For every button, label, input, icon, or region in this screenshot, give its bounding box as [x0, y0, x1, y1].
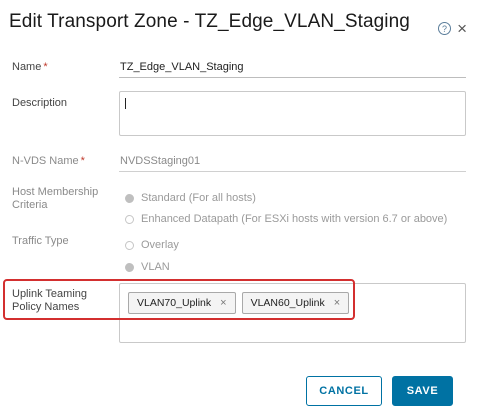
description-textarea[interactable] — [119, 91, 466, 136]
text-caret — [125, 98, 126, 109]
radio-overlay-label: Overlay — [141, 239, 179, 251]
radio-standard-indicator — [125, 193, 134, 203]
name-input[interactable]: TZ_Edge_VLAN_Staging — [119, 61, 466, 78]
radio-vlan-label: VLAN — [141, 261, 170, 273]
radio-enhanced-label: Enhanced Datapath (For ESXi hosts with v… — [141, 213, 448, 225]
save-button[interactable]: SAVE — [392, 376, 453, 406]
host-membership-label: Host Membership Criteria — [12, 186, 99, 211]
highlight-annotation — [3, 279, 355, 320]
radio-vlan: VLAN — [125, 261, 170, 273]
required-mark: * — [80, 155, 85, 167]
description-label: Description — [12, 97, 68, 109]
nvds-name-input: NVDSStaging01 — [119, 155, 466, 172]
nvds-name-label: N-VDS Name * — [12, 155, 85, 168]
name-label: Name * — [12, 61, 48, 74]
radio-enhanced-indicator — [125, 214, 134, 224]
traffic-type-label: Traffic Type — [12, 235, 69, 247]
close-icon[interactable]: × — [457, 20, 467, 37]
name-label-text: Name — [12, 61, 42, 73]
radio-overlay-indicator — [125, 240, 134, 250]
nvds-name-label-text: N-VDS Name — [12, 155, 79, 167]
radio-enhanced-datapath: Enhanced Datapath (For ESXi hosts with v… — [125, 213, 447, 225]
radio-overlay: Overlay — [125, 239, 179, 251]
required-mark: * — [43, 61, 48, 73]
dialog-title: Edit Transport Zone - TZ_Edge_VLAN_Stagi… — [9, 11, 410, 32]
radio-standard: Standard (For all hosts) — [125, 192, 256, 204]
radio-vlan-indicator — [125, 262, 134, 272]
cancel-button[interactable]: CANCEL — [306, 376, 382, 406]
radio-standard-label: Standard (For all hosts) — [141, 192, 256, 204]
question-circle-icon[interactable]: ? — [438, 22, 452, 35]
